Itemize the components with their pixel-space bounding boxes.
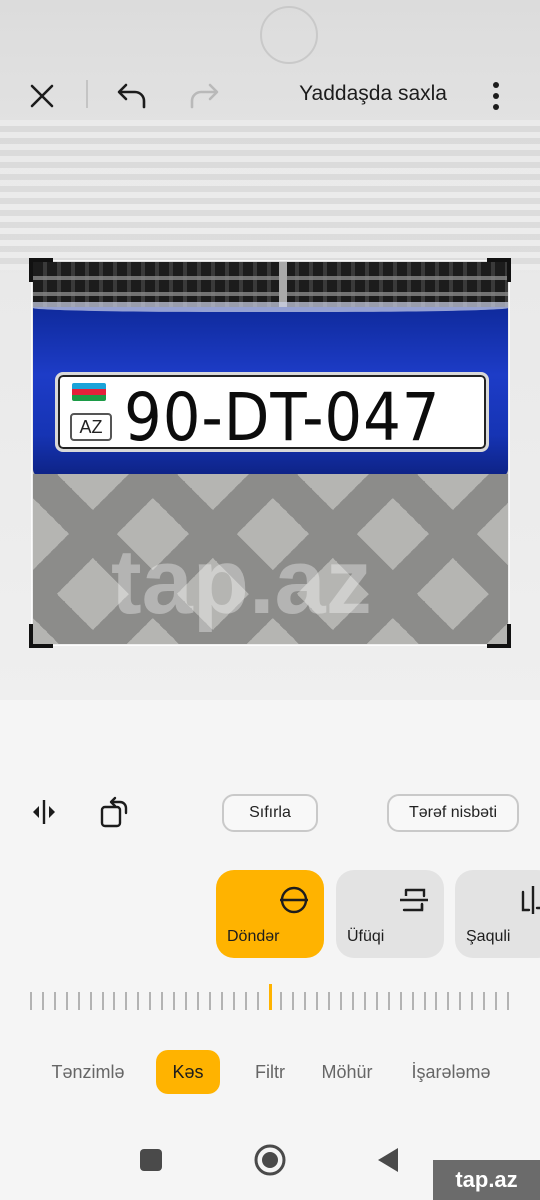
ruler-tick bbox=[161, 992, 163, 1010]
tab-stamp[interactable]: Möhür bbox=[312, 1050, 382, 1094]
ruler-tick bbox=[209, 992, 211, 1010]
aspect-ratio-button[interactable]: Tərəf nisbəti bbox=[387, 794, 519, 832]
ruler-tick bbox=[78, 992, 80, 1010]
flip-icon[interactable] bbox=[24, 792, 64, 832]
recents-square-icon[interactable] bbox=[127, 1136, 175, 1184]
crop-control-row: Sıfırla Tərəf nisbəti bbox=[0, 792, 540, 836]
close-icon[interactable] bbox=[22, 76, 62, 116]
ruler-tick bbox=[424, 992, 426, 1010]
background-emblem bbox=[260, 6, 318, 64]
ruler-tick bbox=[483, 992, 485, 1010]
undo-icon[interactable] bbox=[112, 76, 152, 116]
ruler-tick bbox=[495, 992, 497, 1010]
ruler-tick bbox=[340, 992, 342, 1010]
image-preview-area: Yaddaşda saxla AZ 90-DT-047 tap.az bbox=[0, 0, 540, 700]
ruler-tick bbox=[173, 992, 175, 1010]
tab-markup[interactable]: İşarələmə bbox=[400, 1050, 502, 1094]
card-vertical[interactable]: Şaquli bbox=[455, 870, 540, 958]
ruler-tick bbox=[376, 992, 378, 1010]
reset-button[interactable]: Sıfırla bbox=[222, 794, 318, 832]
ruler-tick bbox=[30, 992, 32, 1010]
image-watermark: tap.az bbox=[111, 531, 372, 633]
ruler-tick bbox=[185, 992, 187, 1010]
rotate-circle-icon bbox=[280, 886, 308, 914]
ruler-tick bbox=[137, 992, 139, 1010]
ruler-tick bbox=[102, 992, 104, 1010]
card-rotate[interactable]: Döndər bbox=[216, 870, 324, 958]
rotate-icon[interactable] bbox=[94, 792, 134, 832]
ruler-tick bbox=[507, 992, 509, 1010]
ruler-tick bbox=[435, 992, 437, 1010]
card-horizontal[interactable]: Üfüqi bbox=[336, 870, 444, 958]
ruler-tick bbox=[292, 992, 294, 1010]
ruler-tick bbox=[66, 992, 68, 1010]
ruler-tick bbox=[113, 992, 115, 1010]
ruler-tick bbox=[280, 992, 282, 1010]
ruler-tick bbox=[90, 992, 92, 1010]
back-triangle-icon[interactable] bbox=[364, 1136, 412, 1184]
save-button[interactable]: Yaddaşda saxla bbox=[299, 82, 447, 106]
crop-image[interactable]: AZ 90-DT-047 tap.az bbox=[33, 262, 508, 644]
watermark-badge: tap.az bbox=[433, 1160, 540, 1200]
ruler-tick bbox=[412, 992, 414, 1010]
chrome-strip bbox=[33, 302, 508, 312]
card-label: Döndər bbox=[227, 928, 280, 945]
horizontal-skew-icon bbox=[400, 888, 428, 912]
ruler-tick bbox=[471, 992, 473, 1010]
plate-number: 90-DT-047 bbox=[124, 379, 441, 456]
top-toolbar: Yaddaşda saxla bbox=[0, 60, 540, 130]
transform-cards: Döndər Üfüqi Şaquli bbox=[0, 870, 540, 958]
ruler-tick bbox=[197, 992, 199, 1010]
background-grille bbox=[0, 120, 540, 270]
toolbar-divider bbox=[86, 80, 88, 108]
redo-icon[interactable] bbox=[184, 76, 224, 116]
angle-ruler[interactable] bbox=[30, 984, 510, 1014]
ruler-tick bbox=[245, 992, 247, 1010]
crop-handle-bottom-right[interactable] bbox=[487, 624, 511, 648]
ruler-tick bbox=[257, 992, 259, 1010]
ruler-tick bbox=[125, 992, 127, 1010]
tab-filter[interactable]: Filtr bbox=[242, 1050, 298, 1094]
editor-tabs: Tənzimlə Kəs Filtr Möhür İşarələmə bbox=[0, 1050, 540, 1096]
crop-handle-top-right[interactable] bbox=[487, 258, 511, 282]
ruler-tick bbox=[233, 992, 235, 1010]
ruler-tick bbox=[352, 992, 354, 1010]
flag-icon bbox=[72, 383, 106, 401]
ruler-tick bbox=[149, 992, 151, 1010]
grille-bar bbox=[33, 276, 508, 280]
more-vert-icon[interactable] bbox=[476, 76, 516, 116]
grille-bar bbox=[33, 292, 508, 296]
ruler-tick bbox=[388, 992, 390, 1010]
card-label: Üfüqi bbox=[347, 928, 385, 945]
crop-handle-bottom-left[interactable] bbox=[29, 624, 53, 648]
ruler-tick bbox=[221, 992, 223, 1010]
card-label: Şaquli bbox=[466, 928, 511, 945]
ruler-indicator bbox=[269, 984, 272, 1010]
vertical-skew-icon bbox=[521, 886, 540, 914]
ruler-tick bbox=[304, 992, 306, 1010]
home-circle-icon[interactable] bbox=[246, 1136, 294, 1184]
ruler-tick bbox=[447, 992, 449, 1010]
ruler-tick bbox=[400, 992, 402, 1010]
license-plate: AZ 90-DT-047 bbox=[55, 372, 489, 456]
ruler-tick bbox=[316, 992, 318, 1010]
ruler-tick bbox=[328, 992, 330, 1010]
tab-crop[interactable]: Kəs bbox=[156, 1050, 220, 1094]
ruler-tick bbox=[54, 992, 56, 1010]
ruler-tick bbox=[42, 992, 44, 1010]
plate-country-code: AZ bbox=[70, 413, 112, 441]
ruler-tick bbox=[459, 992, 461, 1010]
crop-handle-top-left[interactable] bbox=[29, 258, 53, 282]
tab-adjust[interactable]: Tənzimlə bbox=[40, 1050, 136, 1094]
ruler-tick bbox=[364, 992, 366, 1010]
